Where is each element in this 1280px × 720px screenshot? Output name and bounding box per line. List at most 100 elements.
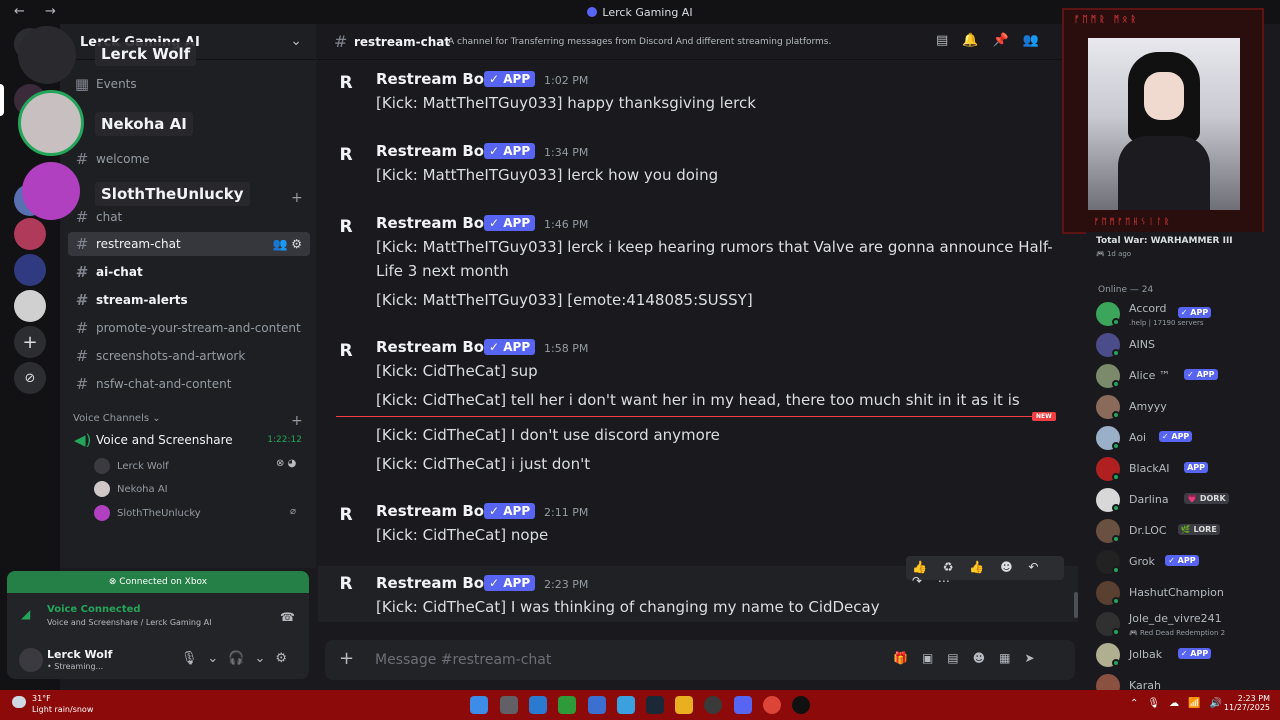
chrome-icon[interactable] <box>763 696 781 714</box>
file-explorer-icon[interactable] <box>675 696 693 714</box>
user-controls[interactable]: 🎙⌄🎧⌄⚙ <box>181 651 297 666</box>
new-badge: NEW <box>1032 412 1056 421</box>
xbox-app-icon[interactable] <box>558 696 576 714</box>
message-line: [Kick: CidTheCat] I was thinking of chan… <box>376 598 880 616</box>
add-server-icon[interactable]: + <box>14 326 46 358</box>
hash-icon: # <box>75 263 89 281</box>
bot-avatar[interactable]: R <box>336 574 356 594</box>
user-avatar[interactable] <box>19 648 43 672</box>
hash-icon: # <box>75 319 89 337</box>
server-icon-3[interactable] <box>14 218 46 250</box>
channel-settings-icons[interactable]: 👥 ⚙ <box>272 237 302 251</box>
composer-icons[interactable]: 🎁▣▤☻▦➤ <box>893 651 1049 665</box>
message-line: [Kick: CidTheCat] nope <box>376 526 549 544</box>
message-line: [Kick: MattTheITGuy033] lerck i keep hea… <box>376 238 1053 256</box>
voice-channel[interactable]: ◀) Voice and Screenshare 1:22:12 <box>68 428 310 452</box>
channel-screenshots[interactable]: # screenshots-and-artwork <box>68 344 310 368</box>
online-status-icon <box>1112 535 1120 543</box>
stream-overlay-image: ᚠᛖᛗᚱ ᛗᛟᚱ ᚠᛖᛗᚠᛖᚺᛊᛁᛚᚱ <box>1062 8 1264 234</box>
add-voice-channel-icon[interactable]: + <box>291 413 303 429</box>
discord-taskbar-icon[interactable] <box>734 696 752 714</box>
store-icon[interactable] <box>617 696 635 714</box>
server-icon-4[interactable] <box>14 254 46 286</box>
member-row[interactable]: HashutChampion <box>1096 581 1276 607</box>
server-icon-5[interactable] <box>14 290 46 322</box>
clock[interactable]: 2:23 PM 11/27/2025 <box>1222 694 1270 712</box>
steam-icon[interactable] <box>646 696 664 714</box>
member-row[interactable]: Alice ™ ✓ APP <box>1096 364 1276 390</box>
app-badge: ✓ APP <box>484 143 536 159</box>
bot-avatar[interactable]: R <box>336 145 356 165</box>
member-row[interactable]: Jolbak ✓ APP <box>1096 643 1276 669</box>
disconnect-icon[interactable]: ☎ <box>280 610 295 624</box>
member-row[interactable]: Darlina 💗 DORK <box>1096 488 1276 514</box>
discover-icon[interactable]: ⊘ <box>14 362 46 394</box>
online-status-icon <box>1112 504 1120 512</box>
message-author[interactable]: Restream Bot <box>376 142 491 160</box>
channel-topic[interactable]: A channel for Transferring messages from… <box>448 37 831 47</box>
github-icon[interactable] <box>704 696 722 714</box>
channel-promote[interactable]: # promote-your-stream-and-content <box>68 316 310 340</box>
activity-title[interactable]: Total War: WARHAMMER III <box>1096 236 1233 246</box>
online-header: Online — 24 <box>1098 285 1154 295</box>
app-icon[interactable] <box>588 696 606 714</box>
channel-nsfw[interactable]: # nsfw-chat-and-content <box>68 372 310 396</box>
edge-icon[interactable] <box>529 696 547 714</box>
message-author[interactable]: Restream Bot <box>376 574 491 592</box>
member-row[interactable]: Dr.LOC 🌿 LORE <box>1096 519 1276 545</box>
bot-avatar[interactable]: R <box>336 341 356 361</box>
message-input[interactable] <box>375 648 855 672</box>
obs-icon[interactable] <box>792 696 810 714</box>
channel-stream-alerts[interactable]: # stream-alerts <box>68 288 310 312</box>
voice-user[interactable]: SlothTheUnlucky <box>94 503 201 523</box>
start-icon[interactable] <box>470 696 488 714</box>
add-channel-icon[interactable]: + <box>291 190 303 206</box>
member-row[interactable]: AINS <box>1096 333 1276 359</box>
attach-plus-icon[interactable]: + <box>339 648 354 669</box>
voice-category[interactable]: Voice Channels ⌄ <box>73 413 161 424</box>
channel-chat[interactable]: # chat <box>68 205 310 229</box>
channel-welcome[interactable]: # welcome <box>68 147 310 171</box>
message-author[interactable]: Restream Bot <box>376 70 491 88</box>
member-row[interactable]: Aoi ✓ APP <box>1096 426 1276 452</box>
message-author[interactable]: Restream Bot <box>376 338 491 356</box>
bot-avatar[interactable]: R <box>336 217 356 237</box>
username: Lerck Wolf <box>47 648 113 661</box>
xbox-banner[interactable]: ⊗ Connected on Xbox <box>7 571 309 593</box>
scrollbar[interactable] <box>1074 592 1078 618</box>
muted-icon: ⌀ <box>290 506 297 517</box>
member-row[interactable]: BlackAI APP <box>1096 457 1276 483</box>
online-status-icon <box>1112 566 1120 574</box>
member-row[interactable]: Grok ✓ APP <box>1096 550 1276 576</box>
chevron-down-icon[interactable]: ⌄ <box>290 33 302 49</box>
message-author[interactable]: Restream Bot <box>376 214 491 232</box>
events-item[interactable]: ▦ Events <box>68 72 310 96</box>
user-panel: ⊗ Connected on Xbox ◢ Voice Connected Vo… <box>7 571 309 679</box>
search-icon[interactable] <box>500 696 518 714</box>
member-row[interactable]: Amyyy <box>1096 395 1276 421</box>
member-row[interactable]: Accord ✓ APP .help | 17190 servers <box>1096 302 1276 328</box>
voice-user[interactable]: Lerck Wolf <box>94 456 169 476</box>
voice-user[interactable]: Nekoha AI <box>94 479 168 499</box>
message-actions[interactable]: 👍 ♻ 👍 ☻ ↶ ↷ ⋯ <box>906 556 1064 588</box>
clock-time: 2:23 PM <box>1237 694 1270 703</box>
avatar <box>94 505 110 521</box>
voice-status[interactable]: Voice Connected <box>47 604 141 615</box>
member-name: Accord <box>1129 302 1167 315</box>
message-line: [Kick: CidTheCat] I don't use discord an… <box>376 426 720 444</box>
message-author[interactable]: Restream Bot <box>376 502 491 520</box>
new-messages-divider <box>336 416 1056 417</box>
member-row[interactable]: Jole_de_vivre241 🎮 Red Dead Redemption 2 <box>1096 612 1276 638</box>
bot-avatar[interactable]: R <box>336 73 356 93</box>
channel-restream-chat[interactable]: # restream-chat 👥 ⚙ <box>68 232 310 256</box>
bot-avatar[interactable]: R <box>336 505 356 525</box>
message-list: R Restream Bot ✓ APP 1:02 PM [Kick: Matt… <box>318 60 1078 622</box>
channel-ai-chat[interactable]: # ai-chat <box>68 260 310 284</box>
member-name: Darlina <box>1129 493 1169 506</box>
message-line: [Kick: CidTheCat] i just don't <box>376 455 591 473</box>
message-time: 2:11 PM <box>544 506 589 519</box>
system-tray[interactable]: ⌃🎙☁📶🔊 <box>1130 698 1231 709</box>
voice-location[interactable]: Voice and Screenshare / Lerck Gaming AI <box>47 618 211 627</box>
portrait-body <box>1118 136 1210 210</box>
header-icons[interactable]: ▤🔔📌👥 <box>936 33 1053 48</box>
